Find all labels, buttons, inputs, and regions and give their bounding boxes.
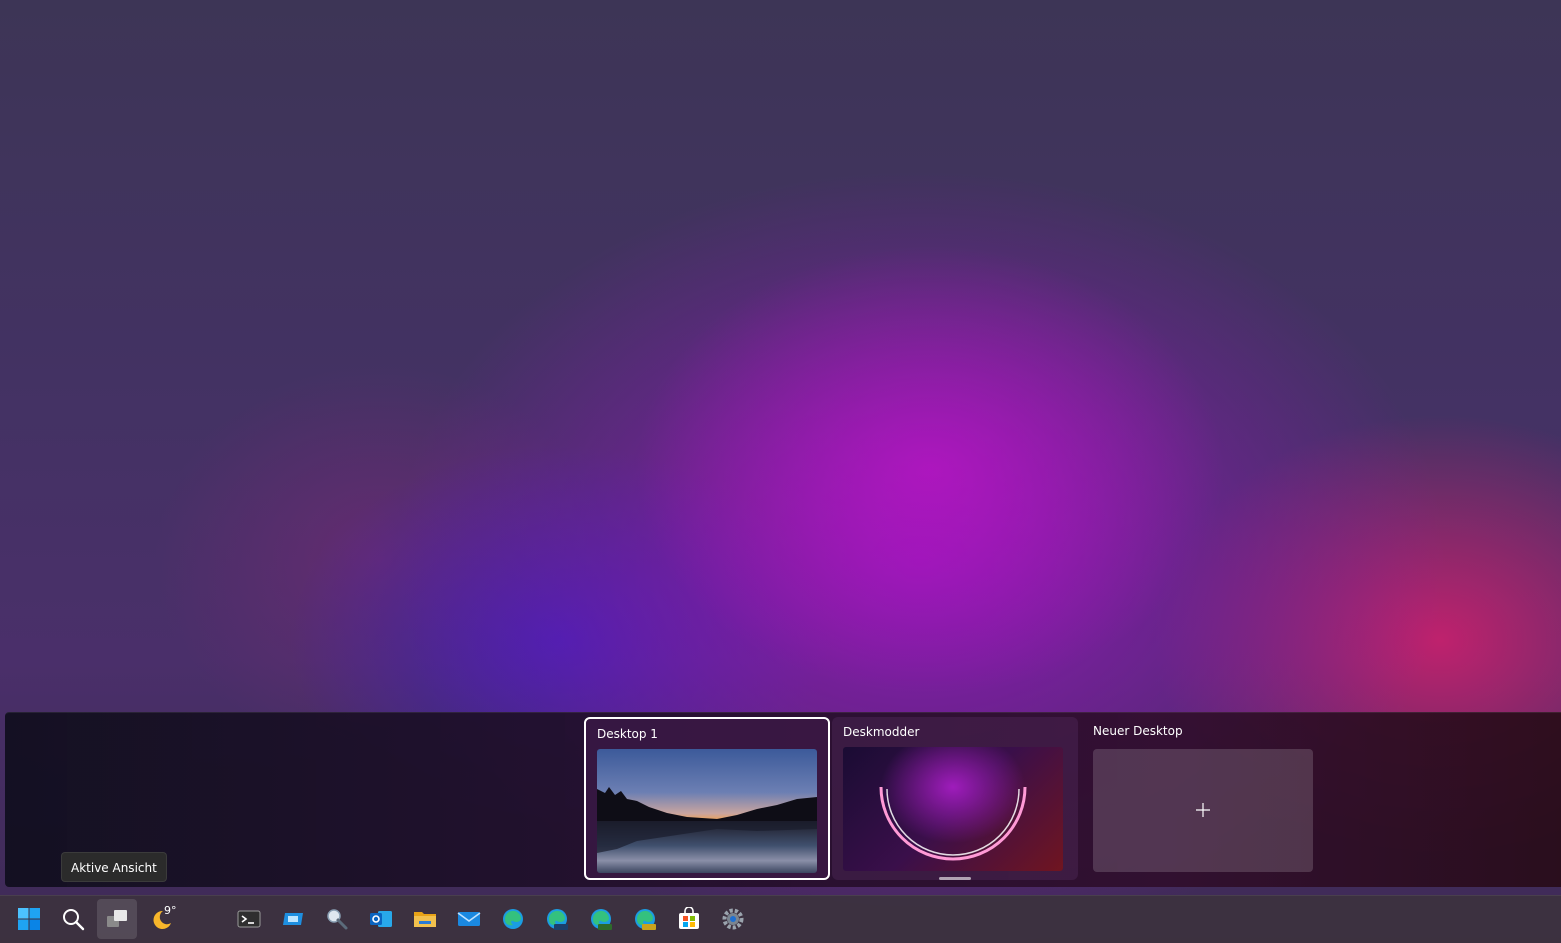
edge-canary-icon (635, 909, 656, 930)
search-button[interactable] (53, 899, 93, 939)
tooltip: Aktive Ansicht (61, 852, 167, 882)
desktop-thumbnail (843, 747, 1063, 871)
store-icon (679, 907, 699, 929)
desktop-thumbnail (597, 749, 817, 873)
taskbar-app-edge[interactable] (493, 899, 533, 939)
desktop-card-label: Desktop 1 (597, 727, 658, 741)
remote-desktop-icon (283, 913, 303, 925)
desktop-card-label: Deskmodder (843, 725, 920, 739)
taskbar-app-edge-beta[interactable] (537, 899, 577, 939)
taskbar-app-edge-canary[interactable] (625, 899, 665, 939)
taskbar-app-edge-dev[interactable] (581, 899, 621, 939)
taskbar-app-store[interactable] (669, 899, 709, 939)
plus-icon (1196, 803, 1210, 817)
task-view-button[interactable] (97, 899, 137, 939)
settings-icon (722, 908, 744, 930)
outlook-icon (370, 911, 392, 927)
taskbar-app-remote-desktop[interactable] (273, 899, 313, 939)
edge-dev-icon (591, 909, 612, 930)
task-view-icon (107, 910, 127, 927)
taskbar-app-mail[interactable] (449, 899, 489, 939)
scroll-handle[interactable] (939, 877, 971, 880)
magnifier-icon (327, 909, 348, 930)
taskbar-app-settings[interactable] (713, 899, 753, 939)
terminal-icon (237, 910, 261, 928)
new-desktop-label: Neuer Desktop (1093, 724, 1183, 738)
taskbar-app-outlook[interactable] (361, 899, 401, 939)
desktop-card-2[interactable]: Deskmodder (832, 717, 1078, 880)
file-explorer-icon (414, 912, 436, 927)
weather-temperature: 9° (164, 904, 177, 917)
taskbar-app-magnifier[interactable] (317, 899, 357, 939)
new-desktop-button[interactable] (1093, 749, 1313, 872)
edge-beta-icon (547, 909, 568, 930)
taskbar-app-terminal[interactable] (229, 899, 269, 939)
taskbar-app-file-explorer[interactable] (405, 899, 445, 939)
edge-icon (503, 909, 523, 929)
start-button[interactable] (9, 899, 49, 939)
windows-start-icon (18, 908, 40, 930)
search-icon (63, 909, 85, 931)
desktop-card-1[interactable]: Desktop 1 (584, 717, 830, 880)
mail-icon (457, 912, 481, 926)
